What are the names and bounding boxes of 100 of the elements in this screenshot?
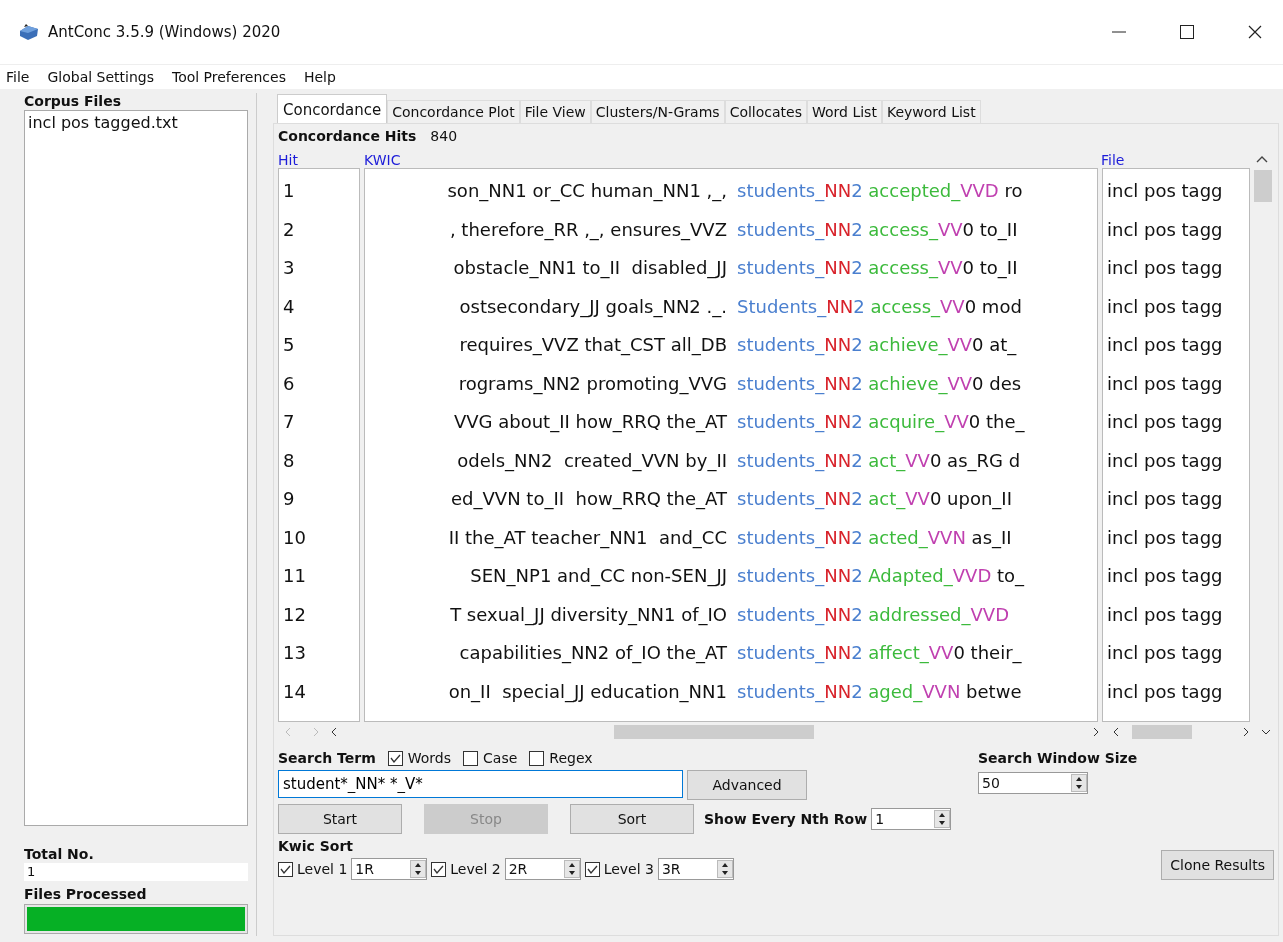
hit-number: 13 bbox=[283, 641, 307, 665]
menu-item[interactable]: Global Settings bbox=[45, 69, 156, 85]
hit-number: 3 bbox=[283, 256, 296, 280]
hits-count: 840 bbox=[430, 128, 458, 144]
concordance-line: rograms_NN2 promoting_VVG students_NN2 achieve_VV0 des bbox=[457, 371, 1023, 397]
concordance-line: odels_NN2 created_VVN by_II students_NN2 act_VV0 as_RG d bbox=[456, 448, 1022, 474]
search-field[interactable]: student*_NN* *_V* bbox=[278, 770, 683, 798]
concordance-line: capabilities_NN2 of_IO the_AT students_NN2 affect_VV0 their_ bbox=[458, 641, 1023, 666]
column-header[interactable]: File bbox=[1101, 152, 1249, 168]
checkbox-label: Regex bbox=[549, 750, 593, 766]
scroll-thumb[interactable] bbox=[614, 725, 814, 739]
menu-item[interactable]: Help bbox=[301, 69, 338, 85]
concordance-line: T sexual_JJ diversity_NN1 of_IO students_NN2 addressed_VVD bbox=[449, 602, 1011, 628]
hit-number: 6 bbox=[283, 371, 296, 396]
hits-label: Concordance Hits bbox=[278, 128, 417, 144]
kwic-sort-label: Kwic Sort bbox=[278, 838, 355, 854]
tab[interactable]: Clusters/N-Grams bbox=[590, 100, 725, 123]
file-cell-text: incl pos tagg bbox=[1107, 333, 1224, 357]
checkbox-label: Level 2 bbox=[450, 861, 501, 877]
file-cell-text: incl pos tagg bbox=[1107, 294, 1224, 319]
column-header[interactable]: KWIC bbox=[364, 152, 1101, 168]
file-cell-text: incl pos tagg bbox=[1107, 179, 1224, 203]
concordance-line: SEN_NP1 and_CC non-SEN_JJ students_NN2 Adapted_VVD to_ bbox=[469, 564, 1026, 589]
hit-number: 12 bbox=[283, 602, 307, 627]
check-icon bbox=[280, 864, 291, 874]
hit-number: 9 bbox=[283, 487, 296, 511]
spin-arrows-icon bbox=[410, 860, 427, 878]
tab[interactable]: File View bbox=[519, 100, 591, 123]
checkbox[interactable] bbox=[387, 750, 403, 766]
file-cell-text: incl pos tagg bbox=[1107, 410, 1224, 434]
column-header[interactable]: Hit bbox=[278, 152, 364, 168]
spin-box[interactable]: 2R bbox=[504, 858, 581, 880]
hit-number: 11 bbox=[283, 564, 307, 588]
checkbox[interactable] bbox=[529, 750, 545, 766]
checkbox[interactable] bbox=[278, 861, 293, 877]
window-title: AntConc 3.5.9 (Windows) 2020 bbox=[48, 23, 281, 41]
advanced-button[interactable]: Advanced bbox=[687, 770, 807, 800]
concordance-line: ed_VVN to_II how_RRQ the_AT students_NN2 act_VV0 upon_II bbox=[450, 487, 1013, 512]
file-cell-text: incl pos tagg bbox=[1107, 256, 1224, 280]
concordance-line: , therefore_RR ,_, ensures_VVZ students_NN2 access_VV0 to_II bbox=[448, 217, 1019, 243]
concordance-line: obstacle_NN1 to_II disabled_JJ students_NN2 access_VV0 to_II bbox=[452, 256, 1019, 281]
hit-number: 5 bbox=[283, 333, 296, 357]
file-cell-text: incl pos tagg bbox=[1107, 525, 1224, 550]
hit-number: 4 bbox=[283, 294, 296, 319]
tab[interactable]: Concordance Plot bbox=[387, 100, 520, 123]
hit-number: 1 bbox=[283, 179, 296, 203]
scroll-up-icon[interactable] bbox=[1255, 154, 1269, 164]
checkbox-label: Level 3 bbox=[603, 861, 654, 877]
check-icon bbox=[389, 753, 401, 763]
check-icon bbox=[433, 864, 445, 874]
concordance-line: son_NN1 or_CC human_NN1 ,_, students_NN2 accepted_VVD ro bbox=[446, 179, 1024, 204]
menu-item[interactable]: File bbox=[4, 69, 32, 85]
file-cell-text: incl pos tagg bbox=[1107, 448, 1224, 473]
section-label: Files Processed bbox=[24, 886, 148, 902]
maximize-icon[interactable] bbox=[1179, 24, 1195, 40]
file-cell-text: incl pos tagg bbox=[1107, 679, 1224, 704]
concordance-line: II the_AT teacher_NN1 and_CC students_NN2 acted_VVN as_II bbox=[447, 525, 1013, 551]
file-cell-text: incl pos tagg bbox=[1107, 371, 1224, 396]
file-item[interactable]: incl pos tagged.txt bbox=[28, 113, 244, 132]
tab[interactable]: Keyword List bbox=[881, 100, 981, 123]
spin-arrows-icon bbox=[716, 860, 733, 878]
clone-results-button[interactable]: Clone Results bbox=[1161, 850, 1274, 880]
tab[interactable]: Concordance bbox=[277, 94, 388, 123]
spin-arrows-icon bbox=[563, 860, 580, 878]
close-icon[interactable] bbox=[1247, 24, 1263, 40]
checkbox[interactable] bbox=[431, 861, 447, 877]
spin-box[interactable]: 3R bbox=[657, 858, 734, 880]
menu-item[interactable]: Tool Preferences bbox=[169, 69, 288, 85]
spin-arrows-icon bbox=[934, 810, 951, 828]
spin-arrows-icon bbox=[1071, 774, 1087, 792]
hit-number: 10 bbox=[283, 525, 307, 550]
scroll-thumb[interactable] bbox=[1254, 170, 1272, 202]
spin-box[interactable]: 50 bbox=[978, 772, 1088, 794]
checkbox-label: Words bbox=[407, 750, 452, 766]
action-button[interactable]: Start bbox=[278, 804, 402, 834]
concordance-line: ostsecondary_JJ goals_NN2 ._. Students_NN2 access_VV0 mod bbox=[458, 294, 1023, 320]
checkbox[interactable] bbox=[584, 861, 600, 877]
check-icon bbox=[586, 864, 598, 874]
window-size-label: Search Window Size bbox=[978, 750, 1138, 766]
file-cell-text: incl pos tagg bbox=[1107, 602, 1224, 627]
hit-number: 7 bbox=[283, 410, 296, 434]
search-term-label: Search Term bbox=[278, 750, 376, 766]
hit-number: 8 bbox=[283, 448, 296, 473]
app-icon bbox=[18, 23, 40, 41]
file-cell-text: incl pos tagg bbox=[1107, 564, 1224, 588]
total-field: 1 bbox=[24, 863, 248, 881]
tab[interactable]: Word List bbox=[807, 100, 882, 123]
hit-number: 2 bbox=[283, 217, 296, 242]
hit-number: 14 bbox=[283, 679, 307, 704]
concordance-line: requires_VVZ that_CST all_DB students_NN2 achieve_VV0 at_ bbox=[458, 333, 1018, 358]
checkbox-label: Level 1 bbox=[297, 861, 348, 877]
action-button[interactable]: Sort bbox=[570, 804, 694, 834]
concordance-line: on_II special_JJ education_NN1 students_NN2 aged_VVN betwe bbox=[447, 679, 1023, 705]
spin-box[interactable]: 1R bbox=[351, 858, 428, 880]
checkbox[interactable] bbox=[463, 750, 479, 766]
scroll-thumb[interactable] bbox=[1132, 725, 1192, 739]
tab[interactable]: Collocates bbox=[724, 100, 807, 123]
spin-box[interactable]: 1 bbox=[871, 808, 952, 830]
section-label: Corpus Files bbox=[24, 93, 122, 109]
file-cell-text: incl pos tagg bbox=[1107, 487, 1224, 511]
